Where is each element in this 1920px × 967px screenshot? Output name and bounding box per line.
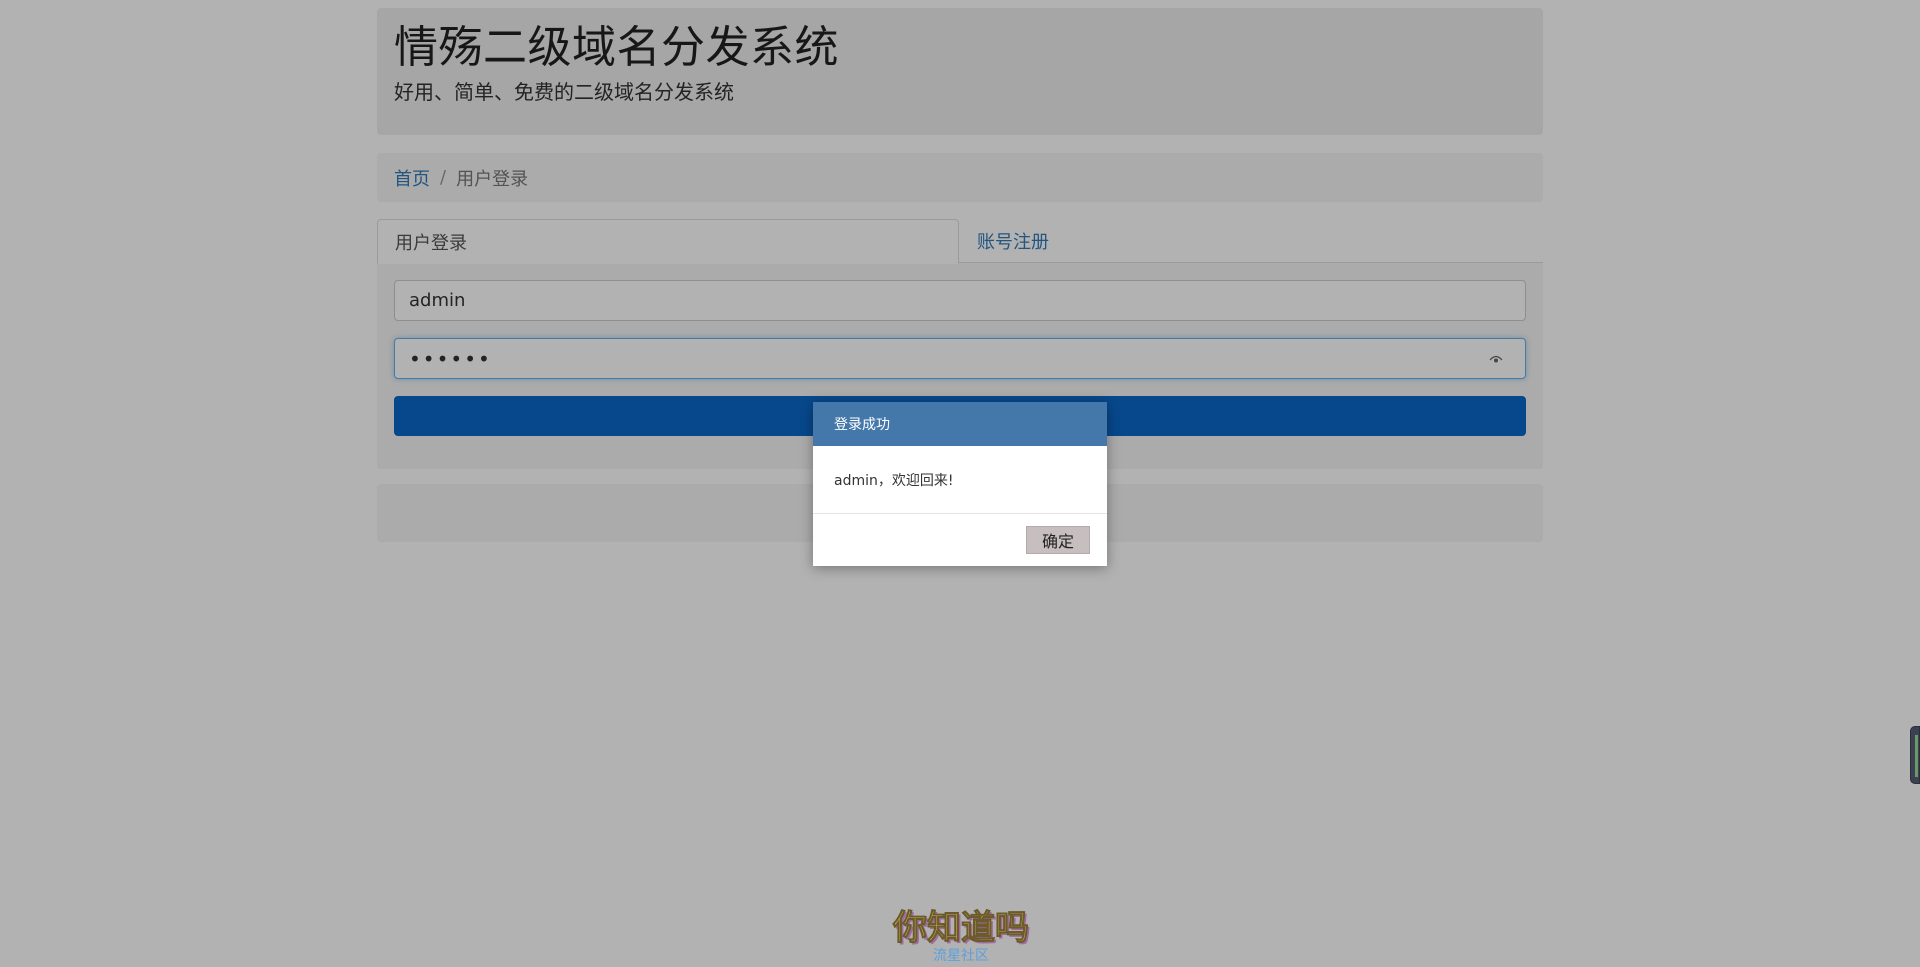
- side-widget-bar: [1915, 735, 1918, 777]
- login-success-dialog: 登录成功 admin，欢迎回来! 确定: [813, 402, 1107, 566]
- watermark-sub-text: 流星社区: [933, 948, 989, 964]
- watermark-main-text: 你知道吗: [893, 908, 1030, 949]
- dialog-ok-button[interactable]: 确定: [1026, 526, 1090, 554]
- dialog-title: 登录成功: [813, 402, 1107, 446]
- dialog-footer: 确定: [813, 514, 1107, 566]
- dialog-message: admin，欢迎回来!: [813, 446, 1107, 514]
- page: 情殇二级域名分发系统 好用、简单、免费的二级域名分发系统 首页 / 用户登录 用…: [0, 0, 1920, 967]
- watermark-logo: 你知道吗 流星社区: [886, 908, 1036, 967]
- side-widget[interactable]: [1910, 726, 1920, 784]
